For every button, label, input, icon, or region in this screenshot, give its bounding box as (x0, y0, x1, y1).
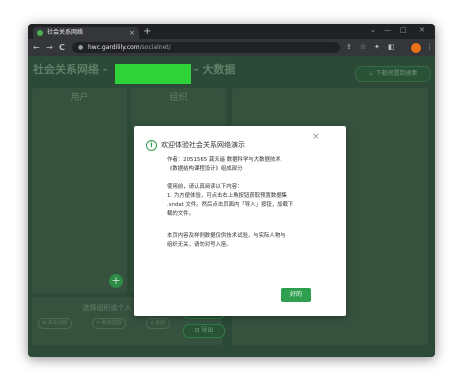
usage-heading: 使用前，请认真阅读以下内容： (167, 184, 243, 190)
menu-kebab-icon[interactable]: ⋮ (426, 39, 433, 56)
profile-avatar[interactable] (411, 43, 421, 53)
back-icon[interactable]: ← (33, 39, 40, 56)
address-bar[interactable]: ● hwc.gardilily.com/socialnet/ (72, 42, 340, 53)
share-icon[interactable]: ⇪ (346, 39, 352, 56)
reload-icon[interactable]: C (59, 39, 65, 56)
browser-tab[interactable]: 社会关系网络 × (33, 27, 139, 39)
side-panel-icon[interactable]: ◧ (388, 39, 395, 56)
info-icon: i (146, 140, 157, 151)
usage-line: 1. 为方便体验，可点击右上角按钮获取预置数据集 (167, 193, 288, 199)
tab-title: 社会关系网络 (47, 29, 84, 36)
welcome-dialog: i 欢迎体验社会关系网络演示 × 作者：2051565 龚天遥 数据科学与大数据… (134, 126, 346, 316)
forward-icon[interactable]: → (46, 39, 53, 56)
tab-search-chevron-icon[interactable]: ⌄ (370, 25, 376, 35)
favicon-icon (37, 30, 43, 36)
extensions-icon[interactable]: ✦ (374, 39, 380, 56)
tab-close-icon[interactable]: × (129, 27, 135, 39)
lock-icon: ● (78, 44, 84, 51)
new-tab-button[interactable]: + (143, 26, 151, 38)
usage-line: .sndat 文件。然后点击页面内「导入」按钮，加载下 (167, 202, 294, 208)
url-text: hwc.gardilily.com/socialnet/ (88, 44, 171, 51)
course-line: 《数据结构课程设计》组成部分 (167, 166, 243, 172)
close-icon[interactable]: × (312, 132, 320, 142)
browser-toolbar: ← → C ● hwc.gardilily.com/socialnet/ ⇪ ☆… (28, 39, 435, 56)
maximize-icon[interactable]: □ (400, 25, 407, 35)
minimize-icon[interactable]: — (384, 25, 391, 35)
tab-strip: 社会关系网络 × + ⌄ — □ ✕ (28, 24, 435, 39)
disclaimer-line: 组织无关，请勿对号入座。 (167, 242, 232, 248)
dialog-title: 欢迎体验社会关系网络演示 (161, 141, 245, 149)
author-line: 作者：2051565 龚天遥 数据科学与大数据技术 (167, 157, 281, 163)
disclaimer-line: 本页内容及样例数据仅供技术试验，与实际人物与 (167, 233, 286, 239)
usage-line: 载的文件。 (167, 211, 194, 217)
browser-window: 社会关系网络 × + ⌄ — □ ✕ ← → C ● hwc.gardilily… (28, 24, 435, 357)
ok-button[interactable]: 好的 (281, 288, 311, 302)
close-window-icon[interactable]: ✕ (419, 25, 425, 35)
bookmark-star-icon[interactable]: ☆ (360, 39, 366, 56)
